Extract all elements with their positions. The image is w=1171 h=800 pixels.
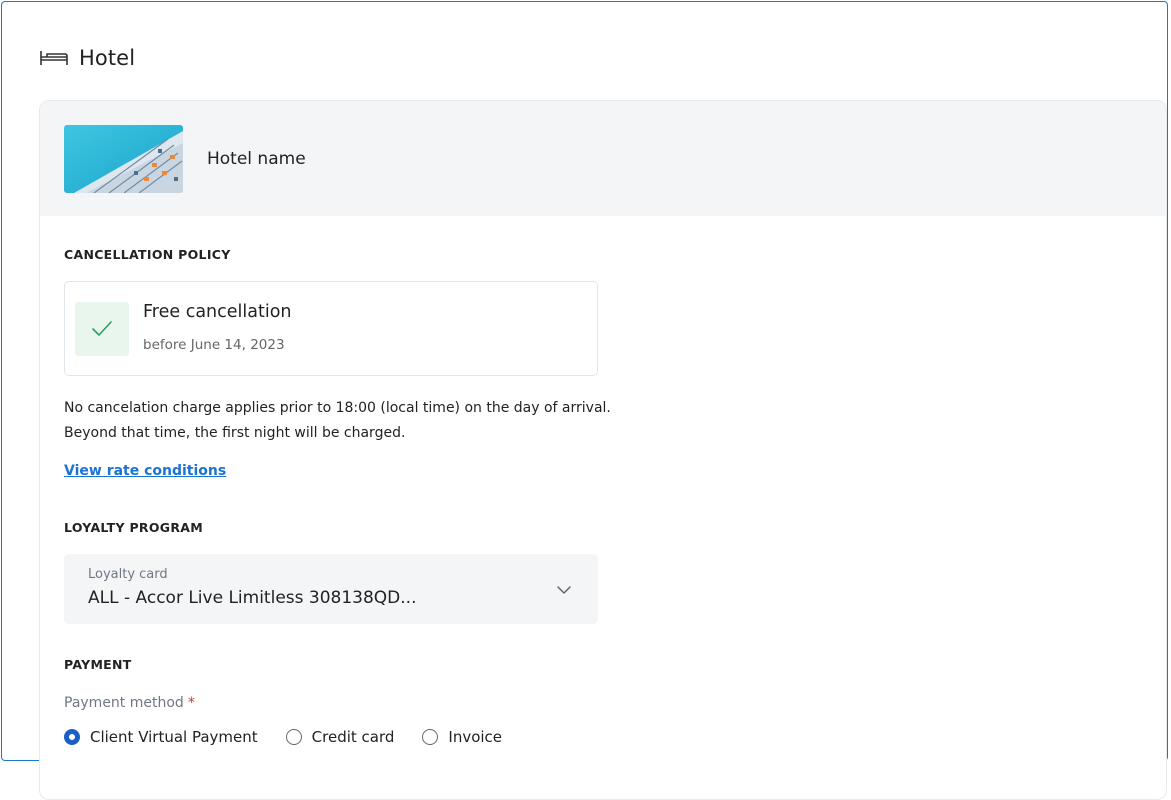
section-title: Hotel xyxy=(79,46,136,70)
payment-method-label: Payment method * xyxy=(64,695,195,711)
section-header: Hotel xyxy=(39,46,135,70)
chevron-down-icon xyxy=(556,580,572,599)
hotel-photo xyxy=(64,124,183,193)
radio-label: Invoice xyxy=(448,728,503,746)
hotel-card: Hotel name CANCELLATION POLICY Free canc… xyxy=(39,100,1167,800)
radio-button[interactable] xyxy=(285,729,302,745)
policy-title: Free cancellation xyxy=(143,302,292,322)
payment-heading: PAYMENT xyxy=(64,657,132,672)
hotel-panel: Hotel Hotel name CANCELLATION POLICY Fre… xyxy=(1,1,1168,800)
view-rate-conditions-link[interactable]: View rate conditions xyxy=(64,463,226,479)
radio-invoice[interactable]: Invoice xyxy=(422,728,502,746)
hotel-name: Hotel name xyxy=(207,148,306,169)
cancellation-details: No cancelation charge applies prior to 1… xyxy=(64,396,611,446)
required-mark: * xyxy=(187,695,195,711)
bed-icon xyxy=(39,49,69,67)
cancellation-policy-box: Free cancellation before June 14, 2023 xyxy=(64,281,598,376)
hotel-header: Hotel name xyxy=(40,101,1166,216)
loyalty-card-label: Loyalty card xyxy=(88,567,168,582)
cancellation-text-line: No cancelation charge applies prior to 1… xyxy=(64,400,611,416)
loyalty-card-select[interactable]: Loyalty card ALL - Accor Live Limitless … xyxy=(64,554,598,624)
loyalty-card-value: ALL - Accor Live Limitless 308138QD... xyxy=(88,588,417,608)
loyalty-heading: LOYALTY PROGRAM xyxy=(64,520,203,535)
cancellation-heading: CANCELLATION POLICY xyxy=(64,247,231,262)
radio-button[interactable] xyxy=(422,729,439,745)
radio-button-selected[interactable] xyxy=(64,729,80,745)
radio-credit-card[interactable]: Credit card xyxy=(285,728,395,746)
cancellation-text-line: Beyond that time, the first night will b… xyxy=(64,425,406,441)
payment-method-radio-group: Client Virtual Payment Credit card Invoi… xyxy=(64,728,502,746)
payment-method-label-text: Payment method xyxy=(64,695,184,711)
radio-label: Credit card xyxy=(311,728,395,746)
radio-label: Client Virtual Payment xyxy=(90,728,258,746)
radio-client-virtual-payment[interactable]: Client Virtual Payment xyxy=(64,728,258,746)
check-badge xyxy=(75,302,129,356)
policy-subtitle: before June 14, 2023 xyxy=(143,337,285,353)
check-icon xyxy=(92,321,112,336)
